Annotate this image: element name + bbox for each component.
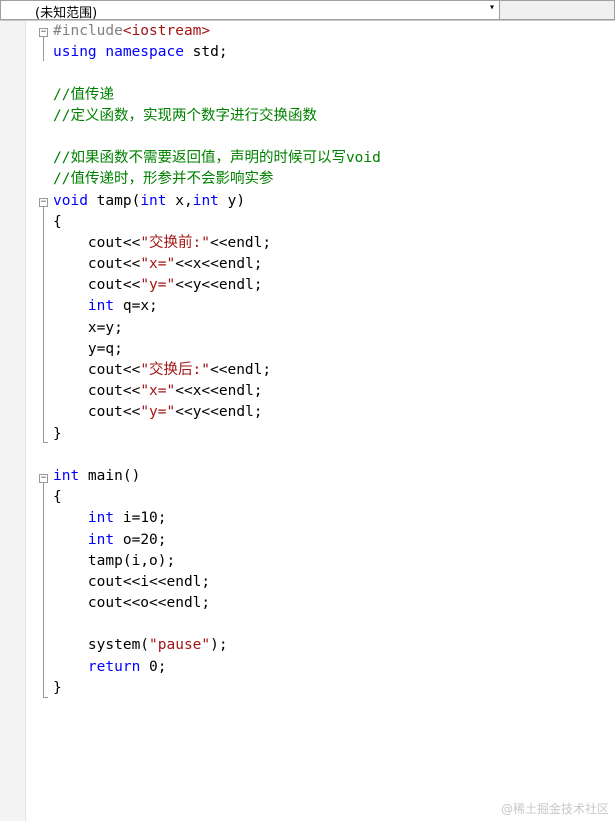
keyword: void bbox=[53, 192, 88, 209]
code-text: cout<< bbox=[53, 256, 141, 273]
indicator-margin bbox=[0, 21, 26, 821]
keyword: int bbox=[53, 467, 80, 484]
code-text: cout<< bbox=[53, 277, 141, 294]
keyword: int bbox=[192, 192, 219, 209]
preprocessor-directive: #include bbox=[53, 23, 123, 39]
code-line: cout<<"交换后:"<<endl; bbox=[53, 360, 615, 381]
code-line: int i=10; bbox=[53, 508, 615, 529]
fold-guide bbox=[43, 207, 44, 442]
code-line: tamp(i,o); bbox=[53, 552, 176, 569]
string-literal: "pause" bbox=[149, 637, 211, 654]
collapse-icon[interactable]: − bbox=[39, 28, 48, 37]
code-text: <<x<<endl; bbox=[175, 383, 263, 400]
member-dropdown[interactable] bbox=[500, 0, 615, 20]
fold-end-marker bbox=[43, 697, 48, 698]
comment-line: //值传递时，形参并不会影响实参 bbox=[53, 171, 274, 188]
code-line: cout<<i<<endl; bbox=[53, 573, 211, 590]
code-line: cout<<"y="<<y<<endl; bbox=[53, 275, 615, 296]
code-line: return 0; bbox=[53, 657, 615, 678]
code-line: cout<<"x="<<x<<endl; bbox=[53, 381, 615, 402]
string-literal: "y=" bbox=[140, 404, 176, 421]
chevron-down-icon[interactable]: ▾ bbox=[489, 2, 495, 13]
code-line: y=q; bbox=[53, 340, 123, 357]
code-line: } bbox=[53, 425, 62, 442]
code-text: 0; bbox=[140, 658, 167, 675]
string-literal: "交换后:" bbox=[140, 362, 211, 378]
fold-end-marker bbox=[43, 442, 48, 443]
keyword: int bbox=[87, 510, 115, 527]
keyword: using namespace bbox=[53, 44, 184, 61]
code-line: cout<<o<<endl; bbox=[53, 595, 211, 612]
keyword: return bbox=[87, 658, 141, 675]
code-line: int q=x; bbox=[53, 296, 615, 317]
code-text: system( bbox=[53, 637, 150, 654]
code-line: cout<<"交换前:"<<endl; bbox=[53, 233, 615, 254]
watermark: @稀土掘金技术社区 bbox=[500, 802, 609, 816]
code-text: <<x<<endl; bbox=[175, 256, 263, 273]
code-text: x, bbox=[166, 192, 193, 209]
code-text: <<endl; bbox=[210, 234, 272, 251]
code-line: void tamp(int x,int y) bbox=[53, 191, 615, 212]
code-text: <<endl; bbox=[210, 362, 272, 378]
comment-line: //如果函数不需要返回值，声明的时候可以写void bbox=[53, 150, 381, 167]
code-text: i=10; bbox=[114, 510, 167, 527]
string-literal: "y=" bbox=[140, 277, 176, 294]
code-text: cout<< bbox=[53, 234, 141, 251]
code-line: cout<<"y="<<y<<endl; bbox=[53, 402, 615, 423]
code-line: { bbox=[53, 489, 62, 506]
string-literal: "x=" bbox=[140, 256, 176, 273]
scope-label: (未知范围) bbox=[35, 6, 98, 21]
code-area[interactable]: #include<iostream> using namespace std; … bbox=[53, 21, 615, 699]
code-editor[interactable]: − − − #include<iostream> using namespace… bbox=[0, 21, 615, 821]
code-line: #include<iostream> bbox=[53, 21, 615, 42]
keyword: int bbox=[87, 531, 115, 548]
collapse-icon[interactable]: − bbox=[39, 198, 48, 207]
code-text: ); bbox=[210, 637, 228, 654]
keyword: int bbox=[140, 192, 167, 209]
string-literal: "交换前:" bbox=[140, 234, 211, 251]
fold-guide bbox=[43, 37, 44, 61]
code-line: system("pause"); bbox=[53, 635, 615, 656]
code-text: <<y<<endl; bbox=[175, 404, 263, 421]
comment-line: //定义函数，实现两个数字进行交换函数 bbox=[53, 107, 317, 124]
code-text: <<y<<endl; bbox=[175, 277, 263, 294]
string-literal: "x=" bbox=[140, 383, 176, 400]
code-text: main() bbox=[79, 467, 141, 484]
code-text: std; bbox=[183, 44, 228, 61]
comment-line: //值传递 bbox=[53, 86, 114, 103]
code-line: int o=20; bbox=[53, 530, 615, 551]
code-line: int main() bbox=[53, 466, 615, 487]
code-line: { bbox=[53, 213, 62, 230]
code-text: cout<< bbox=[53, 383, 141, 400]
code-line: using namespace std; bbox=[53, 42, 615, 63]
keyword: int bbox=[87, 298, 115, 315]
code-text: cout<< bbox=[53, 404, 141, 421]
code-text: cout<< bbox=[53, 362, 141, 378]
code-text: q=x; bbox=[114, 298, 158, 315]
fold-guide bbox=[43, 483, 44, 697]
code-text: tamp( bbox=[87, 192, 141, 209]
code-line: } bbox=[53, 679, 62, 696]
code-line: cout<<"x="<<x<<endl; bbox=[53, 254, 615, 275]
outline-margin: − − − bbox=[37, 21, 51, 821]
include-path: <iostream> bbox=[122, 23, 211, 39]
code-text: y) bbox=[218, 192, 246, 209]
navigation-bar: (未知范围) ▾ bbox=[0, 0, 615, 21]
code-text: o=20; bbox=[114, 531, 167, 548]
collapse-icon[interactable]: − bbox=[39, 474, 48, 483]
code-line: x=y; bbox=[53, 319, 123, 336]
scope-dropdown[interactable]: (未知范围) ▾ bbox=[0, 0, 500, 21]
